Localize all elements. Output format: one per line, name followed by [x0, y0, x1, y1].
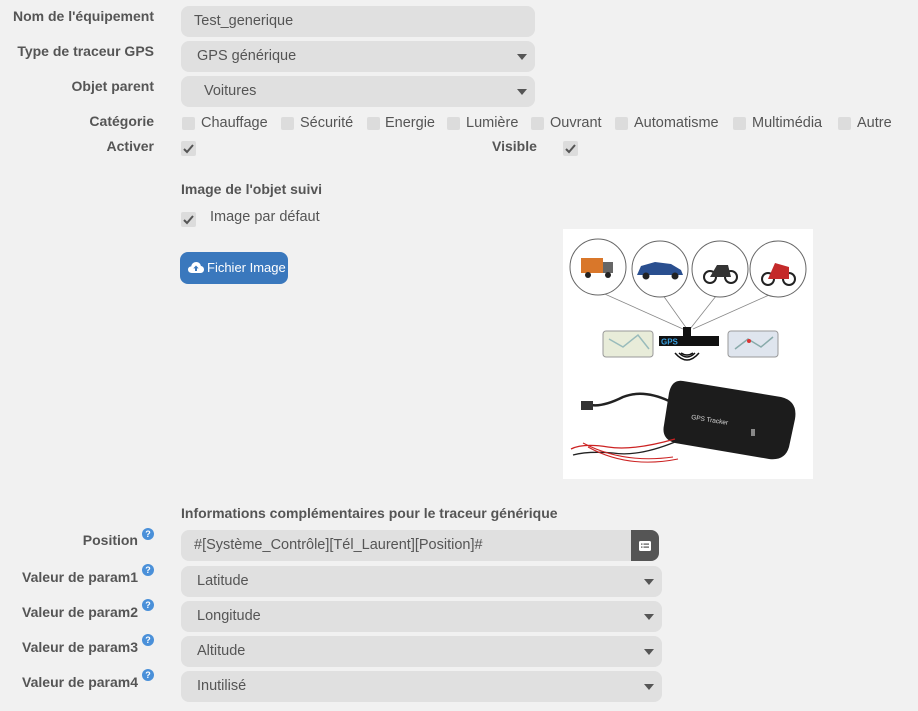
param1-select-value: Latitude: [197, 573, 249, 589]
param2-select-value: Longitude: [197, 608, 261, 624]
list-icon: [639, 541, 651, 551]
category-label-securite: Sécurité: [300, 115, 354, 131]
chevron-down-icon: [517, 89, 527, 95]
help-icon[interactable]: ?: [142, 599, 154, 611]
category-checkbox-multimedia[interactable]: [733, 117, 746, 130]
category-label-energie: Energie: [385, 115, 435, 131]
tracker-device-icon: GPS Tracker: [663, 380, 796, 460]
default-image-checkbox[interactable]: [181, 212, 196, 227]
position-label: Position: [82, 532, 138, 548]
cloud-upload-icon: [188, 262, 204, 273]
category-checkbox-lumiere[interactable]: [447, 117, 460, 130]
activer-label: Activer: [106, 138, 154, 154]
category-label-lumiere: Lumière: [466, 115, 519, 131]
name-label: Nom de l'équipement: [12, 8, 154, 24]
name-input[interactable]: Test_generique: [181, 6, 535, 37]
category-checkbox-autre[interactable]: [838, 117, 851, 130]
type-label: Type de traceur GPS: [17, 43, 154, 59]
category-checkbox-securite[interactable]: [281, 117, 294, 130]
visible-label: Visible: [492, 138, 537, 154]
file-image-button[interactable]: Fichier Image: [180, 252, 288, 284]
category-label-automatisme: Automatisme: [634, 115, 719, 131]
param4-select-value: Inutilisé: [197, 678, 247, 694]
param3-select[interactable]: Altitude: [181, 636, 662, 667]
param4-label: Valeur de param4: [22, 674, 138, 690]
help-icon[interactable]: ?: [142, 528, 154, 540]
param2-label: Valeur de param2: [22, 604, 138, 620]
type-select[interactable]: GPS générique: [181, 41, 535, 72]
tracked-object-image: GPS GPS Tracker: [563, 229, 813, 479]
param3-select-value: Altitude: [197, 643, 246, 659]
param4-select[interactable]: Inutilisé: [181, 671, 662, 702]
category-label: Catégorie: [89, 113, 154, 129]
activer-checkbox[interactable]: [181, 141, 196, 156]
category-checkbox-ouvrant[interactable]: [531, 117, 544, 130]
command-list-button[interactable]: [631, 530, 659, 561]
default-image-label: Image par défaut: [210, 209, 320, 225]
gps-signal-icon: GPS: [659, 327, 719, 361]
phone-map-icon-2: [727, 330, 779, 358]
visible-checkbox[interactable]: [563, 141, 578, 156]
file-image-button-label: Fichier Image: [207, 260, 286, 275]
category-label-ouvrant: Ouvrant: [550, 115, 602, 131]
category-label-autre: Autre: [857, 115, 892, 131]
category-label-chauffage: Chauffage: [201, 115, 268, 131]
category-checkbox-automatisme[interactable]: [615, 117, 628, 130]
parent-select-value: Voitures: [204, 83, 257, 99]
chevron-down-icon: [644, 684, 654, 690]
category-checkbox-energie[interactable]: [367, 117, 380, 130]
category-checkbox-chauffage[interactable]: [182, 117, 195, 130]
parent-select[interactable]: Voitures: [181, 76, 535, 107]
gps-badge-text: GPS: [661, 338, 679, 347]
info-section-title: Informations complémentaires pour le tra…: [181, 505, 558, 521]
type-select-value: GPS générique: [197, 48, 297, 64]
checkmark-icon: [183, 144, 194, 154]
help-icon[interactable]: ?: [142, 564, 154, 576]
position-input[interactable]: #[Système_Contrôle][Tél_Laurent][Positio…: [181, 530, 633, 561]
param1-select[interactable]: Latitude: [181, 566, 662, 597]
checkmark-icon: [565, 144, 576, 154]
param3-label: Valeur de param3: [22, 639, 138, 655]
parent-label: Objet parent: [71, 78, 154, 94]
cable-icon: [570, 392, 679, 463]
checkmark-icon: [183, 215, 194, 225]
category-label-multimedia: Multimédia: [752, 115, 823, 131]
help-icon[interactable]: ?: [142, 634, 154, 646]
chevron-down-icon: [517, 54, 527, 60]
gps-tracker-illustration: GPS GPS Tracker: [569, 238, 807, 463]
chevron-down-icon: [644, 614, 654, 620]
help-icon[interactable]: ?: [142, 669, 154, 681]
chevron-down-icon: [644, 649, 654, 655]
param2-select[interactable]: Longitude: [181, 601, 662, 632]
chevron-down-icon: [644, 579, 654, 585]
phone-map-icon: [602, 330, 654, 358]
image-section-title: Image de l'objet suivi: [181, 181, 323, 197]
param1-label: Valeur de param1: [22, 569, 138, 585]
